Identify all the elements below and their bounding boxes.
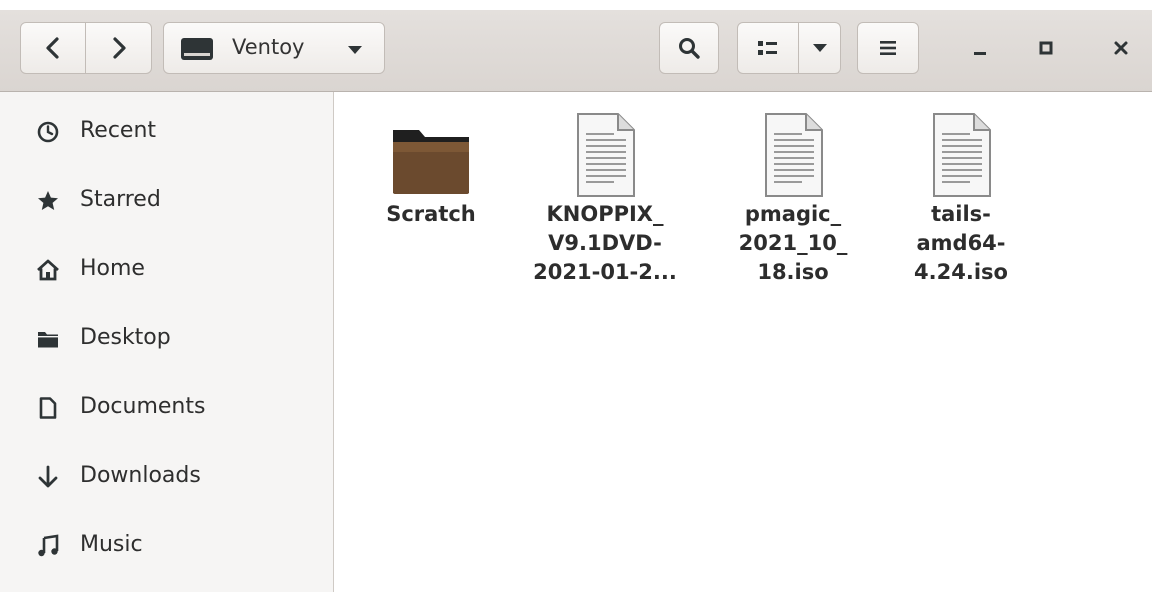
sidebar-item-music[interactable]: Music [0, 516, 333, 576]
forward-button[interactable] [85, 22, 152, 74]
close-icon [1114, 41, 1128, 55]
file-name: KNOPPIX_ V9.1DVD- 2021-01-2... [533, 202, 677, 284]
chevron-down-icon [812, 44, 827, 52]
text-file-icon [530, 102, 680, 198]
navigation-buttons [20, 22, 152, 74]
forward-arrow-icon [112, 37, 126, 59]
back-button[interactable] [20, 22, 86, 74]
file-name: tails- amd64- 4.24.iso [914, 202, 1008, 284]
sidebar-item-label: Home [80, 256, 145, 281]
document-icon [39, 397, 57, 419]
search-button[interactable] [659, 22, 719, 74]
maximize-icon [1039, 41, 1053, 55]
sidebar-item-label: Documents [80, 394, 206, 419]
sidebar-item-desktop[interactable]: Desktop [0, 309, 333, 369]
file-item-tails[interactable]: tails- amd64- 4.24.iso [886, 102, 1036, 287]
sidebar-item-label: Recent [80, 118, 157, 143]
file-name: pmagic_ 2021_10_ 18.iso [738, 202, 848, 284]
download-arrow-icon [38, 465, 58, 488]
hamburger-menu-icon [880, 41, 896, 55]
list-view-icon [758, 41, 777, 55]
home-icon [37, 259, 59, 281]
folder-icon [38, 332, 58, 348]
star-icon [38, 191, 58, 210]
music-note-icon [38, 534, 59, 557]
minimize-icon [974, 52, 986, 55]
sidebar-item-label: Music [80, 532, 143, 557]
view-options-button[interactable] [798, 22, 841, 74]
sidebar-item-starred[interactable]: Starred [0, 171, 333, 231]
drive-icon [181, 38, 213, 60]
location-label: Ventoy [232, 35, 305, 59]
sidebar-item-home[interactable]: Home [0, 240, 333, 300]
sidebar-item-label: Starred [80, 187, 161, 212]
back-arrow-icon [46, 37, 59, 59]
clock-icon [37, 121, 59, 143]
sidebar-item-label: Desktop [80, 325, 171, 350]
places-sidebar: Recent Starred Home Desktop Documents Do… [0, 92, 334, 592]
text-file-icon [718, 102, 868, 198]
close-button[interactable] [1096, 22, 1146, 74]
search-icon [679, 38, 700, 59]
file-name: Scratch [386, 202, 476, 226]
file-item-scratch[interactable]: Scratch [356, 102, 506, 229]
chevron-down-icon [348, 46, 362, 54]
sidebar-item-label: Downloads [80, 463, 201, 488]
list-view-button[interactable] [737, 22, 799, 74]
sidebar-item-recent[interactable]: Recent [0, 102, 333, 162]
minimize-button[interactable] [955, 22, 1005, 74]
folder-icon [356, 102, 506, 198]
main-menu-button[interactable] [857, 22, 919, 74]
location-pathbar-button[interactable]: Ventoy [163, 22, 385, 74]
maximize-button[interactable] [1021, 22, 1071, 74]
text-file-icon [886, 102, 1036, 198]
sidebar-item-documents[interactable]: Documents [0, 378, 333, 438]
sidebar-item-downloads[interactable]: Downloads [0, 447, 333, 507]
window-top-edge [0, 0, 1152, 10]
file-view: Scratch KNOPPIX_ V9.1DVD- 2021-01-2... p… [334, 92, 1152, 592]
file-item-pmagic[interactable]: pmagic_ 2021_10_ 18.iso [718, 102, 868, 287]
file-item-knoppix[interactable]: KNOPPIX_ V9.1DVD- 2021-01-2... [530, 102, 680, 287]
view-toggle-group [737, 22, 841, 74]
